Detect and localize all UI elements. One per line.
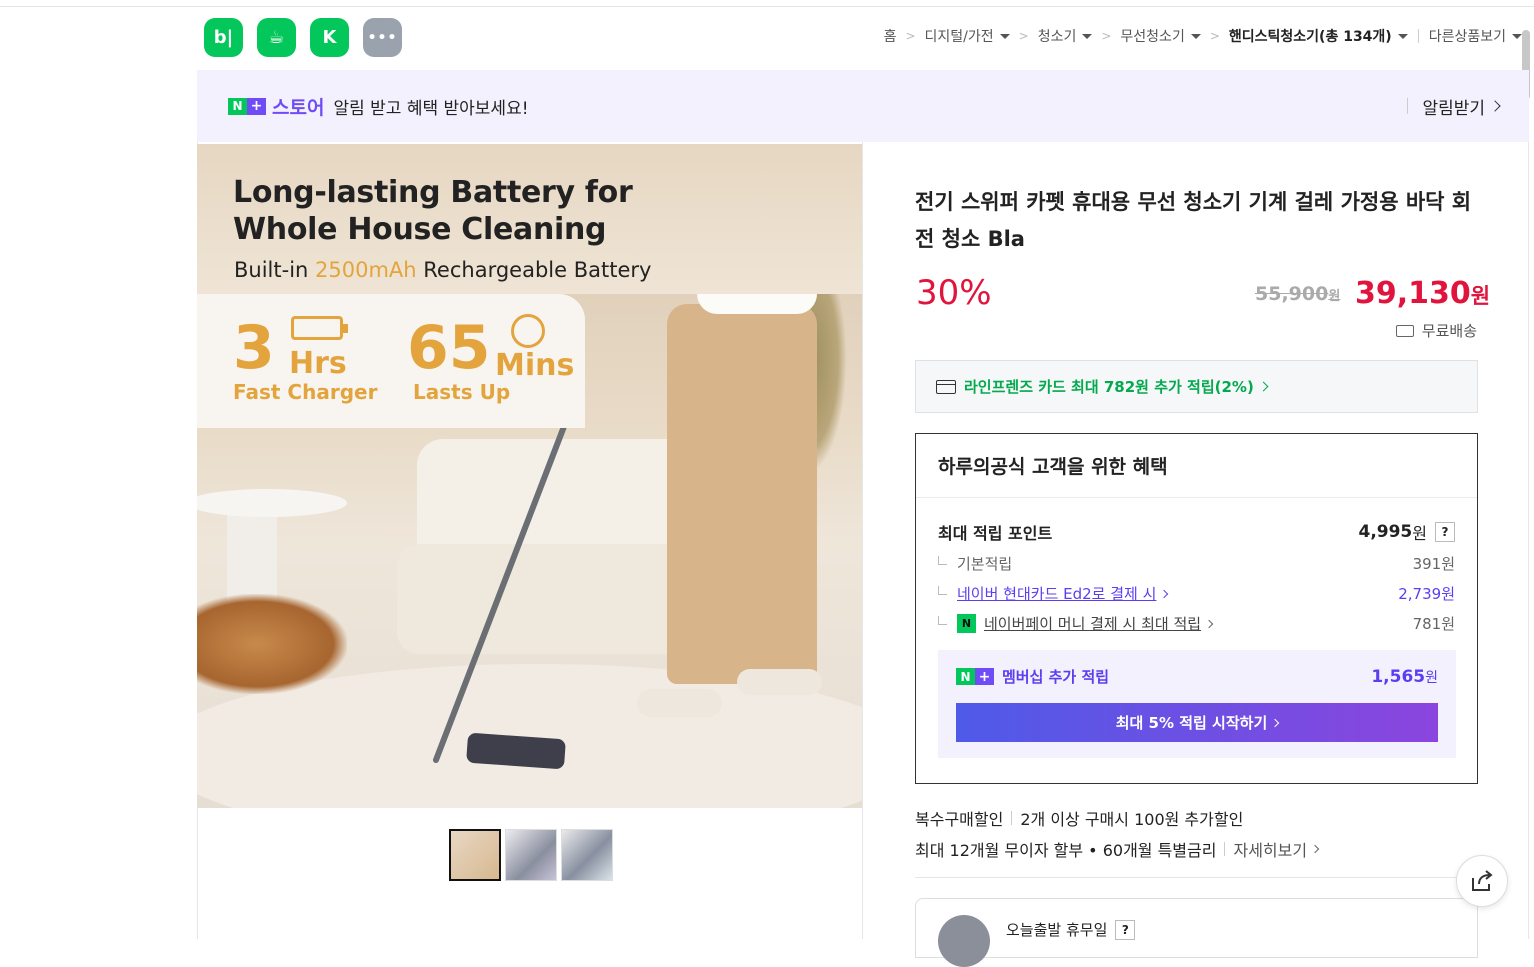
slipper	[737, 669, 822, 695]
other-products-link[interactable]: 다른상품보기	[1429, 26, 1522, 46]
product-title: 전기 스위퍼 카펫 휴대용 무선 청소기 기계 걸레 가정용 바닥 회전 청소 …	[915, 190, 1472, 251]
sub-item-marker	[938, 616, 947, 625]
more-icon[interactable]: •••	[363, 18, 402, 57]
store-alert-banner: N + 스토어 알림 받고 혜택 받아보세요! 알림받기	[197, 70, 1529, 142]
help-icon[interactable]: ?	[1435, 522, 1455, 542]
sub-item-marker	[938, 556, 947, 565]
subscribe-alert-label: 알림받기	[1422, 98, 1485, 119]
content-border	[1528, 142, 1529, 939]
banner-message: 알림 받고 혜택 받아보세요!	[333, 98, 529, 119]
chevron-right-icon	[1489, 100, 1501, 112]
card-promo-text: 라인프렌즈 카드 최대 782원 추가 적립(2%)	[964, 378, 1254, 396]
breadcrumb-separator: >	[1101, 29, 1112, 43]
sale-price: 39,130원	[1355, 276, 1491, 311]
naverpay-link[interactable]: 네이버페이 머니 결제 시 최대 적립	[984, 613, 1201, 634]
naverpay-icon: N	[957, 614, 976, 633]
multi-purchase-discount: 복수구매할인 2개 이상 구매시 100원 추가할인	[915, 810, 1244, 829]
sub-item-marker	[938, 586, 947, 595]
naver-plus-logo: N + 스토어	[228, 93, 324, 120]
person-pants	[667, 304, 817, 684]
chevron-down-icon	[1397, 33, 1408, 39]
hyundai-card-row: 네이버 현대카드 Ed2로 결제 시 2,739원	[938, 583, 1455, 604]
breadcrumb-handy-stick[interactable]: 핸디스틱청소기(총 134개)	[1229, 26, 1408, 46]
top-divider	[0, 6, 1534, 7]
basic-points-row: 기본적립 391원	[938, 553, 1455, 574]
plus-badge: +	[975, 668, 994, 685]
benefit-heading: 하루의공식 고객을 위한 혜택	[916, 434, 1477, 498]
naverpay-row: N 네이버페이 머니 결제 시 최대 적립 781원	[938, 613, 1455, 634]
breadcrumb-separator: >	[905, 29, 916, 43]
battery-icon	[291, 316, 348, 340]
cat-shape	[197, 594, 347, 694]
truck-icon	[1395, 324, 1414, 337]
blog-icon[interactable]: b|	[204, 18, 243, 57]
help-icon[interactable]: ?	[1115, 919, 1136, 940]
subscribe-alert-button[interactable]: 알림받기	[1407, 94, 1501, 119]
hero-subtitle: Built-in 2500mAh Rechargeable Battery	[234, 258, 652, 282]
thumbnail-2[interactable]	[505, 829, 557, 881]
credit-card-icon	[936, 379, 956, 394]
breadcrumb-separator: >	[1209, 29, 1220, 43]
chevron-right-icon	[1204, 619, 1214, 628]
avatar	[938, 915, 990, 967]
plus-badge: +	[247, 97, 266, 115]
chevron-down-icon	[999, 33, 1010, 39]
chevron-right-icon	[1271, 718, 1280, 727]
cafe-icon[interactable]: ☕	[257, 18, 296, 57]
chevron-right-icon	[1258, 381, 1269, 392]
breadcrumb-home[interactable]: 홈	[884, 26, 897, 46]
chevron-down-icon	[1082, 33, 1093, 39]
charge-caption: Fast Charger	[233, 380, 378, 404]
chevron-right-icon	[1310, 844, 1320, 854]
runtime-caption: Lasts Up	[413, 380, 511, 404]
divider	[1224, 842, 1226, 856]
divider	[1407, 98, 1409, 114]
chevron-right-icon	[1160, 589, 1169, 598]
breadcrumb: 홈 > 디지털/가전 > 청소기 > 무선청소기 > 핸디스틱청소기(총 134…	[884, 26, 1522, 46]
membership-box: N + 멤버십 추가 적립 1,565원 최대 5% 적립 시작하기	[938, 650, 1456, 758]
card-promo-banner[interactable]: 라인프렌즈 카드 최대 782원 추가 적립(2%)	[915, 360, 1478, 413]
charge-hours-unit: Hrs	[289, 346, 347, 381]
installment-info: 최대 12개월 무이자 할부 • 60개월 특별금리 자세히보기	[915, 837, 1320, 861]
runtime-unit: Mins	[495, 348, 575, 383]
app-icon-bar: b| ☕ K •••	[204, 18, 402, 57]
today-shipping-holiday: 오늘출발 휴무일?	[1006, 919, 1136, 940]
hero-title: Long-lasting Battery for Whole House Cle…	[233, 175, 633, 247]
hyundai-card-link[interactable]: 네이버 현대카드 Ed2로 결제 시	[957, 583, 1156, 604]
clock-icon	[511, 314, 545, 348]
kin-icon[interactable]: K	[310, 18, 349, 57]
breadcrumb-cordless[interactable]: 무선청소기	[1120, 26, 1201, 46]
shipping-today-card: 오늘출발 휴무일?	[915, 898, 1478, 967]
membership-start-button[interactable]: 최대 5% 적립 시작하기	[956, 703, 1438, 742]
store-word: 스토어	[272, 96, 325, 119]
share-button[interactable]	[1456, 855, 1508, 907]
charge-hours-number: 3	[233, 313, 275, 383]
n-badge: N	[956, 668, 975, 685]
section-divider	[915, 877, 1478, 878]
customer-benefit-box: 하루의공식 고객을 위한 혜택 최대 적립 포인트 4,995 원? 기본적립 3…	[915, 433, 1478, 784]
chevron-down-icon	[1190, 33, 1201, 39]
thumbnail-1[interactable]	[449, 829, 501, 881]
breadcrumb-separator: >	[1018, 29, 1029, 43]
side-table-top	[197, 489, 347, 517]
divider	[1417, 29, 1419, 43]
n-badge: N	[228, 97, 247, 115]
share-icon	[1472, 870, 1493, 891]
battery-stats-panel: 3 Hrs Fast Charger 65 Mins Lasts Up	[197, 294, 585, 428]
original-price: 55,900원	[1255, 283, 1341, 305]
breadcrumb-cleaner[interactable]: 청소기	[1038, 26, 1093, 46]
product-main-image[interactable]: Long-lasting Battery for Whole House Cle…	[197, 144, 862, 808]
shipping-info: 무료배송	[1395, 320, 1477, 341]
thumbnail-3[interactable]	[561, 829, 613, 881]
discount-rate: 30%	[916, 273, 992, 313]
runtime-number: 65	[407, 313, 491, 383]
chevron-down-icon	[1512, 33, 1522, 39]
breadcrumb-digital[interactable]: 디지털/가전	[925, 26, 1010, 46]
slipper	[637, 689, 722, 717]
max-points-row: 최대 적립 포인트 4,995 원?	[938, 520, 1455, 544]
divider	[1011, 811, 1013, 825]
installment-details-link[interactable]: 자세히보기	[1233, 837, 1307, 861]
membership-row: N + 멤버십 추가 적립 1,565원	[956, 666, 1438, 687]
thumbnail-strip	[449, 829, 613, 881]
